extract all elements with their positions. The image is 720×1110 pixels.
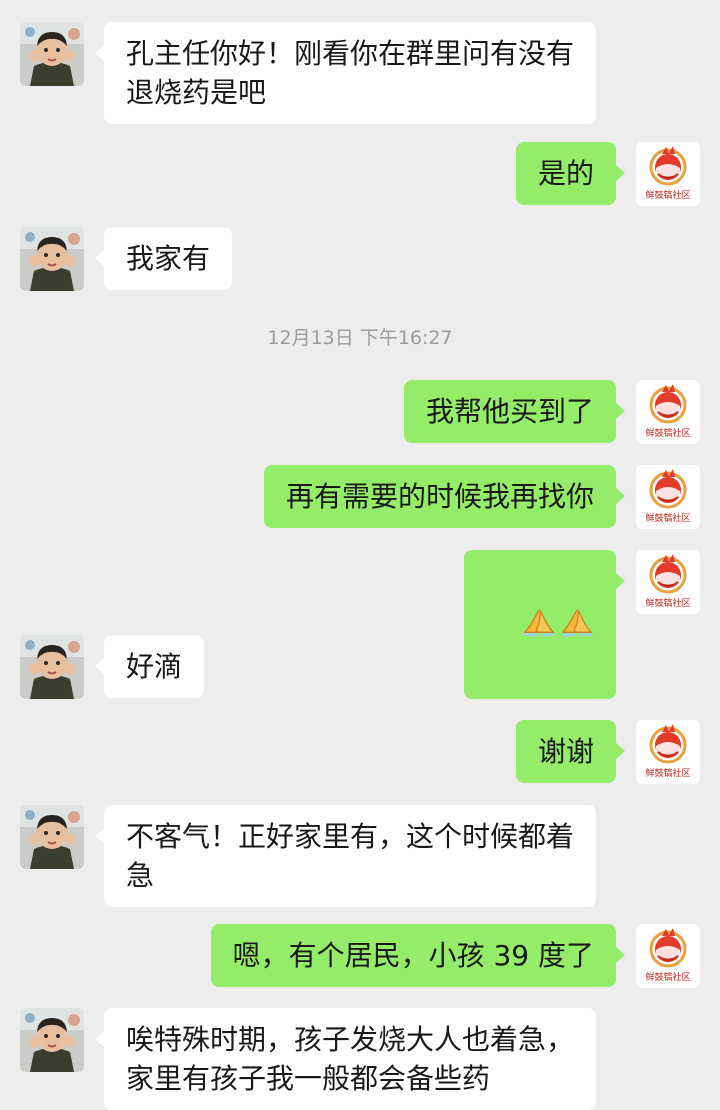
outgoing-message[interactable]: 再有需要的时候我再找你 — [263, 465, 626, 528]
contact-avatar-icon[interactable] — [20, 805, 84, 869]
outgoing-message[interactable]: 是的 — [515, 142, 626, 205]
my-avatar-icon[interactable] — [636, 550, 700, 614]
chat-message-list: 孔主任你好！刚看你在群里问有没有 退烧药是吧 是的 我家有 12月13日 下午1… — [0, 0, 720, 1110]
my-avatar-icon[interactable] — [636, 465, 700, 529]
outgoing-message[interactable]: 谢谢 — [515, 720, 626, 783]
my-avatar-icon[interactable] — [636, 720, 700, 784]
contact-avatar-icon[interactable] — [20, 227, 84, 291]
my-avatar-icon[interactable] — [636, 924, 700, 988]
incoming-message[interactable]: 不客气！正好家里有，这个时候都着 急 — [94, 805, 597, 907]
incoming-message[interactable]: 唉特殊时期，孩子发烧大人也着急， 家里有孩子我一般都会备些药 — [94, 1008, 597, 1110]
outgoing-emoji-message[interactable] — [464, 550, 625, 699]
contact-avatar-icon[interactable] — [20, 22, 84, 86]
chat-timestamp: 12月13日 下午16:27 — [267, 327, 453, 349]
outgoing-message[interactable]: 嗯，有个居民，小孩 39 度了 — [210, 924, 626, 987]
incoming-message[interactable]: 好滴 — [94, 635, 205, 698]
contact-avatar-icon[interactable] — [20, 635, 84, 699]
my-avatar-icon[interactable] — [636, 142, 700, 206]
my-avatar-icon[interactable] — [636, 380, 700, 444]
praying-hands-icon — [560, 604, 594, 638]
outgoing-message[interactable]: 我帮他买到了 — [403, 380, 626, 443]
praying-hands-icon — [522, 604, 556, 638]
incoming-message[interactable]: 我家有 — [94, 227, 233, 290]
incoming-message[interactable]: 孔主任你好！刚看你在群里问有没有 退烧药是吧 — [94, 22, 597, 124]
contact-avatar-icon[interactable] — [20, 1008, 84, 1072]
